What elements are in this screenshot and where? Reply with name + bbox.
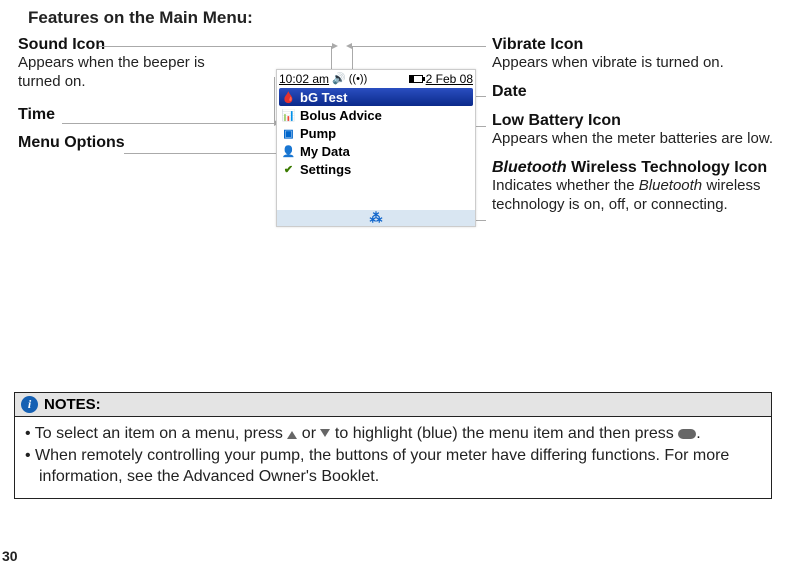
vibrate-icon-label: Vibrate Icon Appears when vibrate is tur… [492,36,786,73]
page-number: 30 [2,548,18,564]
arrow-menu-options [124,153,276,154]
menu-item-mydata[interactable]: 👤 My Data [279,142,473,160]
sound-icon-label: Sound Icon Appears when the beeper is tu… [18,36,248,92]
notes-box: i NOTES: To select an item on a menu, pr… [14,392,772,499]
bolus-icon: 📊 [281,108,296,123]
bluetooth-icon: ⁂ [370,210,383,226]
arrow-vibrate [352,46,486,47]
menu-item-label: My Data [300,144,350,159]
menu-item-label: Settings [300,162,351,177]
menu-item-settings[interactable]: ✔ Settings [279,160,473,178]
diagram-area: Sound Icon Appears when the beeper is tu… [14,36,772,376]
notes-title: NOTES: [44,396,101,413]
menu-item-bgtest[interactable]: 🩸 bG Test [279,88,473,106]
date-title: Date [492,83,786,101]
notes-header: i NOTES: [15,393,771,417]
note-1-text-a: To select an item on a menu, press [35,425,288,442]
sound-icon: 🔊 [332,72,346,85]
up-arrow-icon [287,431,297,439]
bluetooth-desc-italic: Bluetooth [639,177,702,194]
battery-icon [409,75,423,83]
device-bottombar: ⁂ [277,210,475,226]
device-screen: 10:02 am 🔊 ((•)) 2 Feb 08 🩸 bG Test 📊 Bo… [276,69,476,227]
bluetooth-title: Bluetooth Wireless Technology Icon [492,159,786,177]
bluetooth-icon-label: Bluetooth Wireless Technology Icon Indic… [492,159,786,215]
note-2-text: When remotely controlling your pump, the… [35,447,729,486]
arrow-time [62,123,274,124]
battery-desc: Appears when the meter batteries are low… [492,130,786,149]
device-menu: 🩸 bG Test 📊 Bolus Advice ▣ Pump 👤 My Dat… [277,87,475,180]
note-1-text-d: . [696,425,700,442]
menu-item-pump[interactable]: ▣ Pump [279,124,473,142]
status-bar: 10:02 am 🔊 ((•)) 2 Feb 08 [277,70,475,87]
enter-button-icon [678,429,696,439]
date-label: Date [492,83,786,101]
menu-options-label: Menu Options [18,134,248,152]
time-label: Time [18,106,248,124]
note-1-text-c: to highlight (blue) the menu item and th… [330,425,678,442]
battery-title: Low Battery Icon [492,112,786,130]
menu-options-title: Menu Options [18,134,248,152]
bluetooth-desc-prefix: Indicates whether the [492,177,639,194]
pump-icon: ▣ [281,126,296,141]
sound-desc: Appears when the beeper is turned on. [18,54,248,92]
menu-item-label: Bolus Advice [300,108,382,123]
menu-item-label: bG Test [300,90,347,105]
note-1: To select an item on a menu, press or to… [25,423,761,445]
vibrate-desc: Appears when vibrate is turned on. [492,54,786,73]
note-2: When remotely controlling your pump, the… [25,445,761,488]
menu-item-label: Pump [300,126,336,141]
vibrate-icon: ((•)) [349,73,368,85]
blood-drop-icon: 🩸 [281,90,296,105]
note-1-text-b: or [297,425,320,442]
bluetooth-desc: Indicates whether the Bluetooth wireless… [492,177,786,215]
page-title: Features on the Main Menu: [28,8,772,28]
bluetooth-title-rest: Wireless Technology Icon [567,159,768,176]
time-title: Time [18,106,248,124]
device-time: 10:02 am [279,72,329,86]
down-arrow-icon [320,429,330,437]
menu-item-bolus[interactable]: 📊 Bolus Advice [279,106,473,124]
arrow-sound [99,46,332,47]
info-icon: i [21,396,38,413]
device-date: 2 Feb 08 [426,72,473,86]
mydata-icon: 👤 [281,144,296,159]
battery-icon-label: Low Battery Icon Appears when the meter … [492,112,786,149]
bluetooth-title-italic: Bluetooth [492,159,567,176]
vibrate-title: Vibrate Icon [492,36,786,54]
notes-body: To select an item on a menu, press or to… [15,417,771,498]
settings-check-icon: ✔ [281,162,296,177]
